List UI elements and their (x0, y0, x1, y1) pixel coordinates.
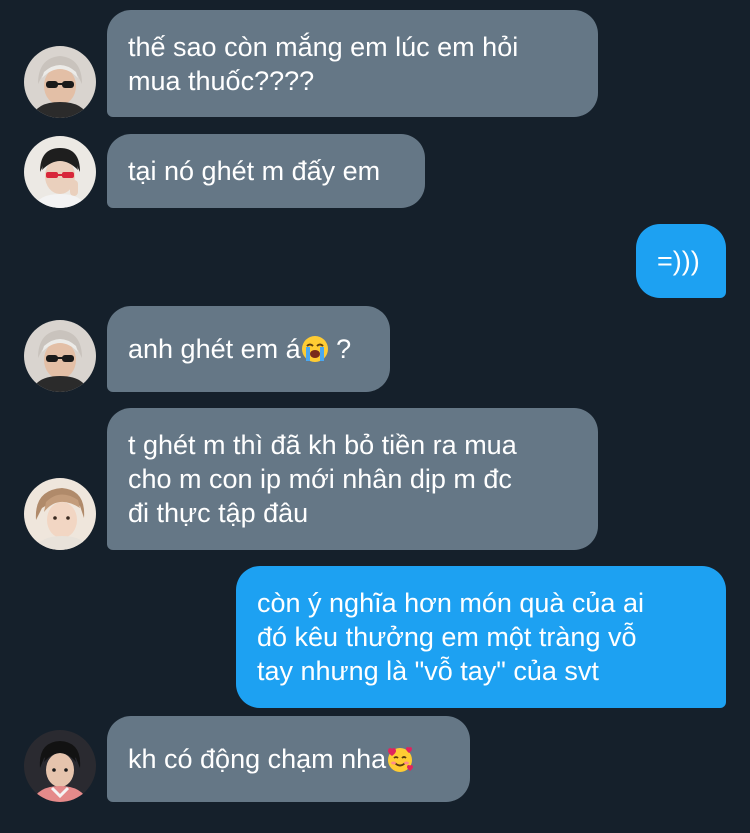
message-text: =))) (657, 246, 700, 276)
avatar[interactable] (24, 136, 96, 208)
message-text: ? (328, 334, 352, 364)
avatar[interactable] (24, 46, 96, 118)
message-text: cho m con ip mới nhân dịp m đc (128, 464, 512, 494)
message-bubble[interactable]: anh ghét em á ? (107, 306, 390, 392)
message-text: t ghét m thì đã kh bỏ tiền ra mua (128, 430, 517, 460)
message-text: tại nó ghét m đấy em (128, 156, 381, 186)
smiling-face-with-hearts-emoji (388, 747, 414, 772)
message-bubble[interactable]: thế sao còn mắng em lúc em hỏi mua thuốc… (107, 10, 598, 117)
message-text: còn ý nghĩa hơn món quà của ai (257, 588, 644, 618)
message-bubble-outgoing[interactable]: còn ý nghĩa hơn món quà của ai đó kêu th… (236, 566, 726, 708)
message-text: đó kêu thưởng em một tràng vỗ (257, 622, 637, 652)
message-text: đi thực tập đâu (128, 498, 309, 528)
message-text: tay nhưng là "vỗ tay" của svt (257, 656, 599, 686)
avatar[interactable] (24, 320, 96, 392)
message-bubble[interactable]: tại nó ghét m đấy em (107, 134, 425, 208)
avatar[interactable] (24, 730, 96, 802)
message-bubble[interactable]: t ghét m thì đã kh bỏ tiền ra mua cho m … (107, 408, 598, 550)
message-line: anh ghét em á ? (128, 332, 369, 366)
message-bubble-outgoing[interactable]: =))) (636, 224, 726, 298)
avatar[interactable] (24, 478, 96, 550)
loudly-crying-face-emoji (301, 336, 328, 362)
message-text: mua thuốc???? (128, 65, 315, 96)
message-line: kh có động chạm nha (128, 742, 449, 776)
message-text: anh ghét em á (128, 334, 301, 364)
message-text: thế sao còn mắng em lúc em hỏi (128, 31, 519, 62)
message-text: kh có động chạm nha (128, 744, 387, 774)
message-bubble[interactable]: kh có động chạm nha (107, 716, 470, 802)
